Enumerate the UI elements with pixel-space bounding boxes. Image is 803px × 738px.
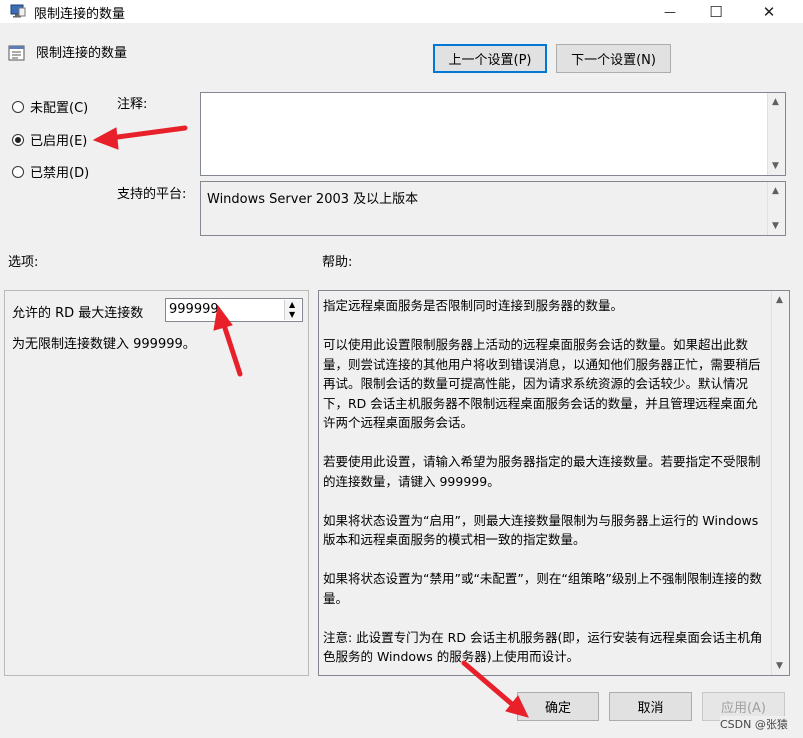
comment-scrollbar[interactable]: ▲ ▼: [767, 93, 785, 175]
scroll-down-icon[interactable]: ▼: [772, 161, 779, 171]
radio-disabled[interactable]: 已禁用(D): [12, 162, 89, 181]
radio-enabled[interactable]: 已启用(E): [12, 130, 87, 149]
ok-button[interactable]: 确定: [517, 692, 599, 721]
help-paragraph: 注意: 此设置专门为在 RD 会话主机服务器(即，运行安装有远程桌面会话主机角色…: [323, 629, 763, 665]
scroll-up-icon[interactable]: ▲: [772, 186, 779, 196]
window-title: 限制连接的数量: [34, 7, 126, 22]
spin-down-icon[interactable]: ▼: [289, 310, 295, 319]
max-connections-hint: 为无限制连接数键入 999999。: [12, 337, 196, 352]
help-paragraph: 指定远程桌面服务是否限制同时连接到服务器的数量。: [323, 298, 624, 313]
help-text: 指定远程桌面服务是否限制同时连接到服务器的数量。 可以使用此设置限制服务器上活动…: [323, 296, 765, 686]
help-paragraph: 如果将状态设置为“禁用”或“未配置”，则在“组策略”级别上不强制限制连接的数量。: [323, 571, 762, 606]
radio-circle-checked: [12, 133, 24, 146]
platform-label: 支持的平台:: [117, 187, 187, 202]
help-paragraph: 可以使用此设置限制服务器上活动的远程桌面服务会话的数量。如果超出此数量，则尝试连…: [323, 337, 761, 430]
comment-textarea[interactable]: ▲ ▼: [200, 92, 786, 176]
arrow-to-enabled: [92, 125, 188, 150]
help-paragraph: 如果将状态设置为“启用”，则最大连接数量限制为与服务器上运行的 Windows …: [323, 512, 759, 548]
minimize-icon: —: [664, 4, 676, 19]
scroll-up-icon[interactable]: ▲: [776, 295, 783, 305]
platform-value: Windows Server 2003 及以上版本: [207, 192, 419, 207]
scroll-up-icon[interactable]: ▲: [772, 97, 779, 107]
title-bar: 限制连接的数量 — ☐ ✕: [0, 0, 803, 23]
max-connections-label: 允许的 RD 最大连接数: [12, 306, 144, 321]
radio-label: 已禁用(D): [30, 166, 90, 181]
platform-scrollbar[interactable]: ▲ ▼: [767, 182, 785, 235]
minimize-button[interactable]: —: [647, 0, 693, 23]
radio-label: 已启用(E): [30, 134, 88, 149]
comment-label: 注释:: [117, 97, 148, 112]
max-connections-spinbox[interactable]: 999999 ▲ ▼: [165, 298, 303, 322]
scroll-down-icon[interactable]: ▼: [772, 221, 779, 231]
platform-field: Windows Server 2003 及以上版本 ▲ ▼: [200, 181, 786, 236]
setting-title: 限制连接的数量: [36, 46, 128, 61]
help-paragraph: 若要使用此设置，请输入希望为服务器指定的最大连接数量。若要指定不受限制的连接数量…: [323, 454, 761, 489]
cancel-button[interactable]: 取消: [609, 692, 692, 721]
previous-setting-button[interactable]: 上一个设置(P): [433, 44, 547, 73]
radio-label: 未配置(C): [30, 101, 89, 116]
spin-buttons: ▲ ▼: [284, 300, 301, 320]
next-setting-button[interactable]: 下一个设置(N): [556, 44, 671, 73]
policy-setting-icon: [8, 44, 26, 62]
help-scrollbar[interactable]: ▲ ▼: [771, 291, 789, 675]
spin-up-icon[interactable]: ▲: [289, 300, 295, 309]
maximize-icon: ☐: [709, 2, 723, 21]
options-section-label: 选项:: [8, 255, 39, 270]
close-button[interactable]: ✕: [746, 0, 792, 23]
radio-circle: [12, 100, 24, 113]
maximize-button[interactable]: ☐: [693, 0, 739, 23]
max-connections-value: 999999: [169, 302, 219, 317]
watermark: CSDN @张猿: [720, 716, 788, 732]
radio-circle: [12, 165, 24, 178]
help-section-label: 帮助:: [322, 255, 353, 270]
close-icon: ✕: [762, 2, 776, 21]
radio-not-configured[interactable]: 未配置(C): [12, 97, 88, 116]
scroll-down-icon[interactable]: ▼: [776, 661, 783, 671]
options-panel: 允许的 RD 最大连接数 999999 ▲ ▼ 为无限制连接数键入 999999…: [4, 290, 309, 676]
policy-app-icon: [10, 4, 26, 18]
